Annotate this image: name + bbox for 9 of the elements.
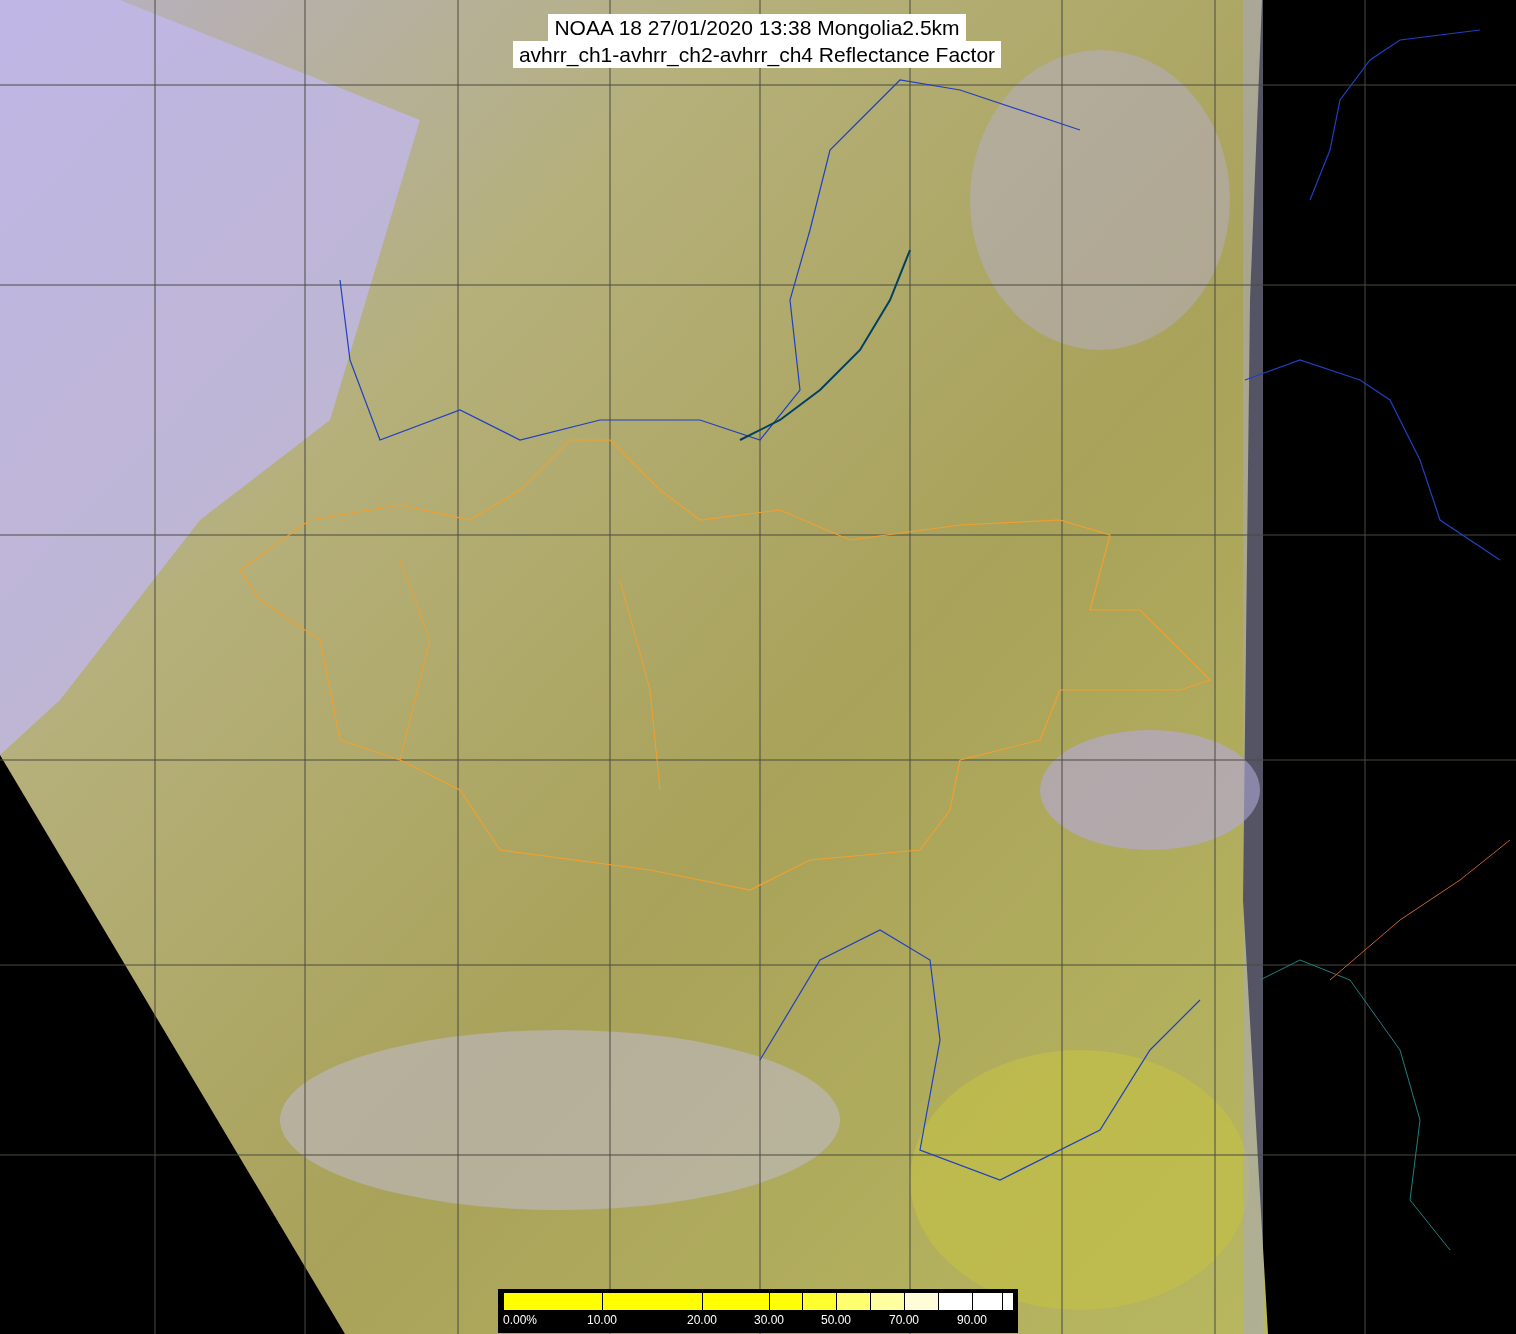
scale-label: 90.00 — [957, 1313, 987, 1327]
map-title: NOAA 18 27/01/2020 13:38 Mongolia2.5km — [548, 14, 966, 41]
scale-label: 70.00 — [889, 1313, 919, 1327]
scale-label: 30.00 — [754, 1313, 784, 1327]
scale-label: 50.00 — [821, 1313, 851, 1327]
scale-label: 10.00 — [587, 1313, 617, 1327]
map-title: avhrr_ch1-avhrr_ch2-avhrr_ch4 Reflectance Factor — [512, 41, 1002, 68]
scale-label: 20.00 — [687, 1313, 717, 1327]
scale-label: 0.00% — [503, 1313, 538, 1327]
